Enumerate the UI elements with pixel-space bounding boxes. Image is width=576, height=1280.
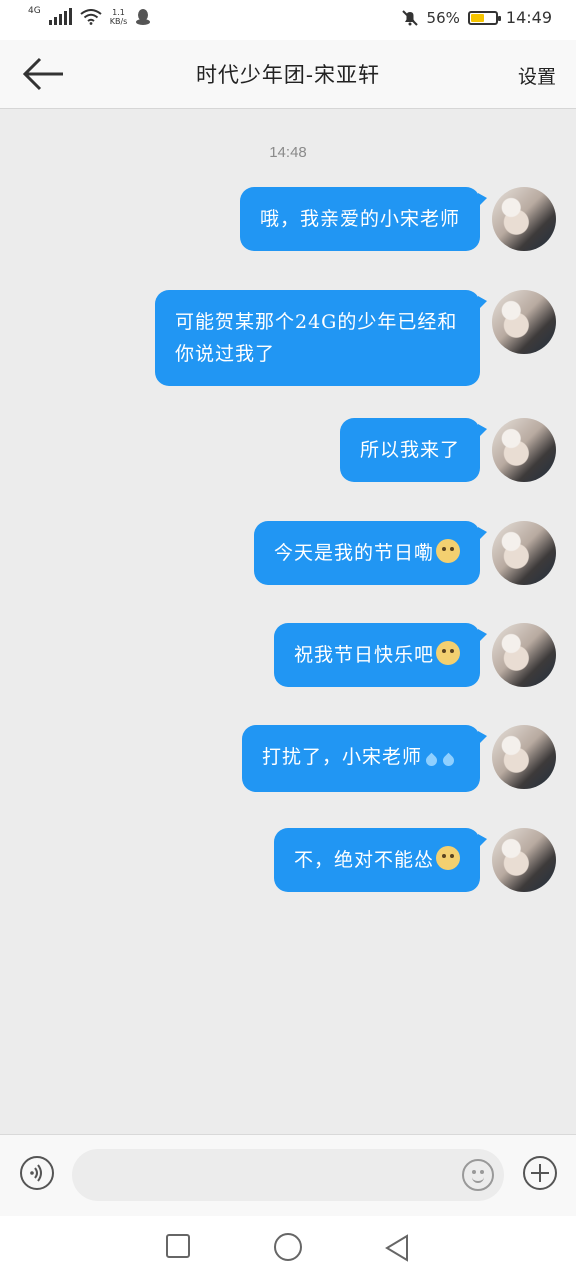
speed-unit: KB/s (109, 17, 128, 26)
message-bubble[interactable]: 所以我来了 (339, 418, 488, 482)
message-bubble[interactable]: 今天是我的节日嘞 (253, 521, 488, 585)
qq-icon (136, 9, 151, 25)
message-text: 哦，我亲爱的小宋老师 (259, 208, 460, 230)
message-text: 所以我来了 (359, 439, 460, 461)
message-row: 今天是我的节日嘞 (253, 521, 556, 585)
message-text: 不，绝对不能怂 (293, 849, 434, 871)
message-row: 打扰了，小宋老师 (241, 725, 556, 792)
battery-fill (470, 13, 484, 22)
message-text: 今天是我的节日嘞 (273, 542, 434, 564)
network-speed: 1.1 KB/s (110, 8, 128, 26)
doge-emoji-icon (436, 539, 460, 563)
message-bubble[interactable]: 不，绝对不能怂 (273, 828, 488, 892)
chat-header: 时代少年团-宋亚轩 设置 (0, 40, 576, 109)
home-icon[interactable] (274, 1233, 302, 1261)
doge-emoji-icon (436, 846, 460, 870)
doge-emoji-icon (436, 641, 460, 665)
avatar[interactable] (492, 623, 556, 687)
message-row: 哦，我亲爱的小宋老师 (239, 187, 556, 251)
recent-apps-icon[interactable] (166, 1234, 190, 1258)
message-text: 可能贺某那个24G的少年已经和你说过我了 (175, 311, 458, 365)
sweat-drops-icon (423, 744, 460, 776)
avatar[interactable] (492, 725, 556, 789)
message-text: 打扰了，小宋老师 (261, 746, 422, 768)
voice-input-button[interactable] (20, 1156, 54, 1190)
avatar[interactable] (492, 418, 556, 482)
avatar[interactable] (492, 828, 556, 892)
back-triangle-icon[interactable] (384, 1234, 410, 1262)
message-bubble[interactable]: 祝我节日快乐吧 (273, 623, 488, 687)
mute-bell-icon (401, 9, 418, 26)
settings-link[interactable]: 设置 (518, 62, 556, 89)
chat-title: 时代少年团-宋亚轩 (195, 63, 381, 87)
status-bar: 4G 1.1 KB/s 56% 14:49 (0, 0, 576, 40)
emoji-icon[interactable] (462, 1159, 494, 1191)
avatar[interactable] (492, 521, 556, 585)
speed-value: 1.1 (112, 8, 125, 17)
message-row: 不，绝对不能怂 (273, 828, 556, 892)
input-bar (0, 1134, 576, 1217)
message-bubble[interactable]: 可能贺某那个24G的少年已经和你说过我了 (155, 290, 487, 386)
message-row: 祝我节日快乐吧 (273, 623, 556, 687)
avatar[interactable] (492, 290, 556, 354)
voice-icon (30, 1164, 42, 1182)
battery-percent: 56% (426, 8, 460, 27)
message-input[interactable] (72, 1149, 504, 1201)
message-bubble[interactable]: 哦，我亲爱的小宋老师 (239, 187, 488, 251)
message-timestamp: 14:48 (269, 144, 307, 161)
system-navigation-bar (0, 1216, 576, 1280)
message-text: 祝我节日快乐吧 (293, 644, 434, 666)
avatar[interactable] (492, 187, 556, 251)
message-list[interactable]: 14:48 哦，我亲爱的小宋老师 可能贺某那个24G的少年已经和你说过我了 所以… (0, 109, 576, 1134)
battery-icon (467, 10, 501, 25)
signal-icon (48, 8, 72, 25)
message-bubble[interactable]: 打扰了，小宋老师 (241, 725, 488, 792)
network-type: 4G (28, 6, 41, 16)
status-time: 14:49 (505, 8, 552, 27)
message-row: 所以我来了 (339, 418, 556, 482)
plus-button[interactable] (523, 1156, 557, 1190)
message-row: 可能贺某那个24G的少年已经和你说过我了 (155, 290, 556, 386)
wifi-icon (80, 9, 102, 25)
